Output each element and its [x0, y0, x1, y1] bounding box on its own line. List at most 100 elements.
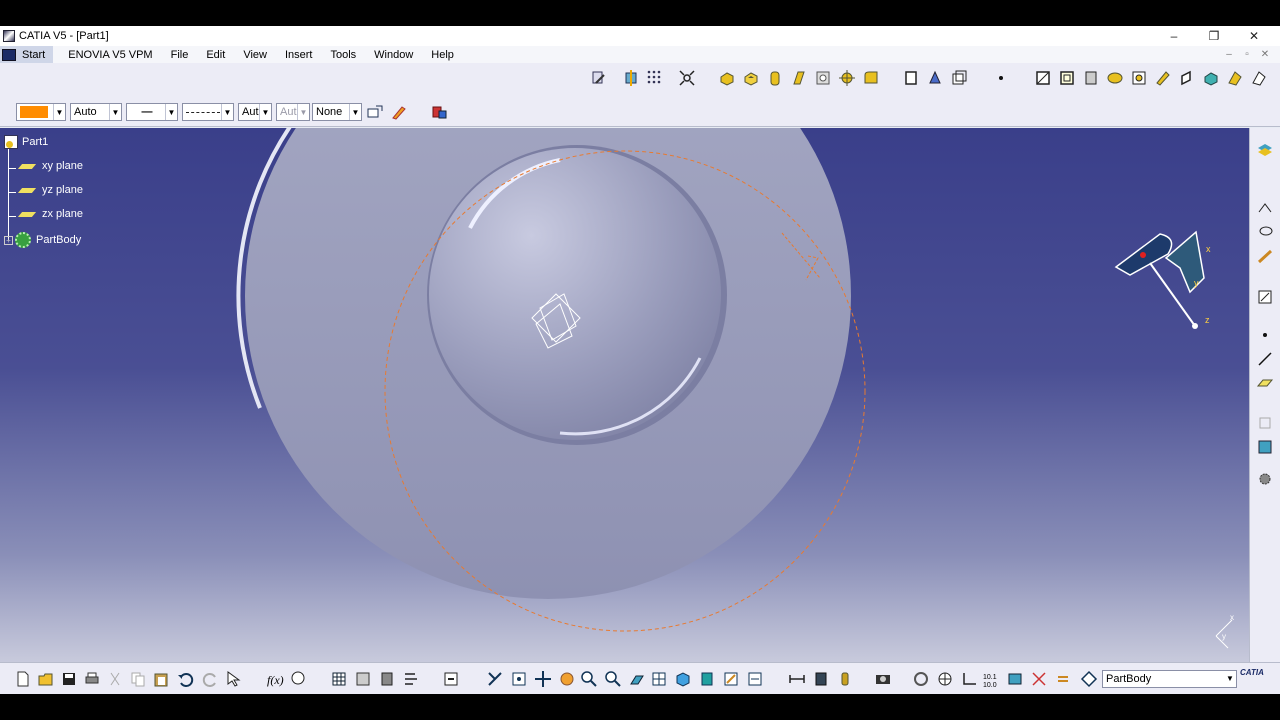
tree-item-yz-plane[interactable]: yz plane: [17, 184, 83, 196]
measure-inertia-icon[interactable]: [836, 670, 854, 688]
close-button[interactable]: ✕: [1234, 26, 1274, 46]
body-icon[interactable]: [1256, 438, 1274, 456]
equal-icon[interactable]: [1054, 670, 1072, 688]
decimal-icon[interactable]: 10.1 10.0: [982, 670, 1000, 688]
axis-system-icon[interactable]: [1256, 414, 1274, 432]
hide-show-icon[interactable]: [722, 670, 740, 688]
sew-surface-icon[interactable]: [1106, 69, 1124, 87]
split-icon[interactable]: [1034, 69, 1052, 87]
new-icon[interactable]: [14, 670, 32, 688]
knowledge-icon[interactable]: [289, 670, 307, 688]
grid-icon[interactable]: [646, 69, 664, 87]
cylindrical-boss[interactable]: [429, 148, 721, 440]
save-icon[interactable]: [60, 670, 78, 688]
annotation-icon[interactable]: [1256, 224, 1274, 242]
pan-icon[interactable]: [534, 670, 552, 688]
lines-icon[interactable]: [402, 670, 420, 688]
table-icon[interactable]: [330, 670, 348, 688]
close-surface-icon[interactable]: [1082, 69, 1100, 87]
mirror-icon[interactable]: [1202, 69, 1220, 87]
pocket-icon[interactable]: [742, 69, 760, 87]
rib-icon[interactable]: [790, 69, 808, 87]
formula-icon[interactable]: f(x): [266, 670, 284, 688]
pattern-icon[interactable]: [1226, 69, 1244, 87]
multi-view-icon[interactable]: [650, 670, 668, 688]
hole-icon[interactable]: [814, 69, 832, 87]
capture-icon[interactable]: [874, 670, 892, 688]
line-icon[interactable]: [1256, 350, 1274, 368]
measure-item-icon[interactable]: [812, 670, 830, 688]
swap-space-icon[interactable]: [746, 670, 764, 688]
rotate-view-icon[interactable]: [558, 670, 576, 688]
define-work-object-icon[interactable]: [1080, 670, 1098, 688]
tree-root-part1[interactable]: Part1: [4, 135, 48, 149]
draft-icon[interactable]: [902, 69, 920, 87]
menu-insert[interactable]: Insert: [276, 49, 322, 61]
expand-plus-icon[interactable]: +: [4, 235, 13, 245]
menu-file[interactable]: File: [162, 49, 198, 61]
view-normal-icon[interactable]: [622, 69, 640, 87]
line-thickness-combo[interactable]: ▼: [182, 103, 234, 121]
update-icon[interactable]: [442, 670, 460, 688]
shell-icon[interactable]: [926, 69, 944, 87]
symmetry-icon[interactable]: [1178, 69, 1196, 87]
text-icon[interactable]: [1256, 200, 1274, 218]
fit-all-icon[interactable]: [510, 670, 528, 688]
doc-close-button[interactable]: ✕: [1256, 46, 1274, 63]
doc-minimize-button[interactable]: –: [1220, 46, 1238, 63]
color-combo[interactable]: ▼: [16, 103, 66, 121]
fillet-icon[interactable]: [862, 69, 880, 87]
tree-item-partbody[interactable]: + PartBody: [4, 232, 81, 248]
open-icon[interactable]: [37, 670, 55, 688]
catalog-icon[interactable]: [354, 670, 372, 688]
zoom-in-icon[interactable]: [580, 670, 598, 688]
thickness-combo[interactable]: Aut ▼: [238, 103, 272, 121]
measure-icon[interactable]: [1256, 248, 1274, 266]
gear-icon[interactable]: [1256, 470, 1274, 488]
layer-combo[interactable]: None ▼: [312, 103, 362, 121]
macro-icon[interactable]: [378, 670, 396, 688]
measure-between-icon[interactable]: [788, 670, 806, 688]
current-body-select[interactable]: PartBody ▼: [1102, 670, 1237, 688]
web-icon[interactable]: [936, 670, 954, 688]
menu-view[interactable]: View: [234, 49, 276, 61]
sketch-icon[interactable]: [1256, 288, 1274, 306]
dimension-icon[interactable]: [1006, 670, 1024, 688]
point-icon[interactable]: [992, 69, 1010, 87]
thick-surface-icon[interactable]: [1058, 69, 1076, 87]
translate-icon[interactable]: [1130, 69, 1148, 87]
minimize-button[interactable]: –: [1154, 26, 1194, 46]
tree-item-zx-plane[interactable]: zx plane: [17, 208, 83, 220]
iso-view-icon[interactable]: [674, 670, 692, 688]
shaft-icon[interactable]: [766, 69, 784, 87]
normal-view-icon[interactable]: [628, 670, 646, 688]
menu-tools[interactable]: Tools: [321, 49, 365, 61]
menu-enovia[interactable]: ENOVIA V5 VPM: [59, 49, 161, 61]
copy-icon[interactable]: [129, 670, 147, 688]
scale-icon[interactable]: [1250, 69, 1268, 87]
menu-window[interactable]: Window: [365, 49, 422, 61]
doc-restore-button[interactable]: ▫: [1238, 46, 1256, 63]
linetype-combo[interactable]: — ▼: [126, 103, 178, 121]
fly-mode-icon[interactable]: [486, 670, 504, 688]
constraint-icon[interactable]: [1030, 670, 1048, 688]
3d-viewport[interactable]: x y z x y Part1 xy plane yz plane zx pla…: [0, 128, 1249, 662]
crosshair-icon[interactable]: [838, 69, 856, 87]
paintbrush-icon[interactable]: [390, 103, 408, 121]
undo-icon[interactable]: [176, 670, 194, 688]
cut-icon[interactable]: [106, 670, 124, 688]
axis-icon[interactable]: [960, 670, 978, 688]
menu-start[interactable]: Start: [0, 46, 54, 63]
plane-icon[interactable]: [1256, 374, 1274, 392]
print-icon[interactable]: [83, 670, 101, 688]
rotate-icon[interactable]: [1154, 69, 1172, 87]
menu-edit[interactable]: Edit: [197, 49, 234, 61]
sketcher-icon[interactable]: [590, 69, 608, 87]
whats-this-icon[interactable]: [226, 670, 244, 688]
transparency-combo[interactable]: Auto ▼: [70, 103, 122, 121]
restore-button[interactable]: ❐: [1194, 26, 1234, 46]
format-painter-icon[interactable]: [366, 103, 384, 121]
fit-all-icon[interactable]: [678, 69, 696, 87]
shading-icon[interactable]: [698, 670, 716, 688]
tree-item-xy-plane[interactable]: xy plane: [17, 160, 83, 172]
